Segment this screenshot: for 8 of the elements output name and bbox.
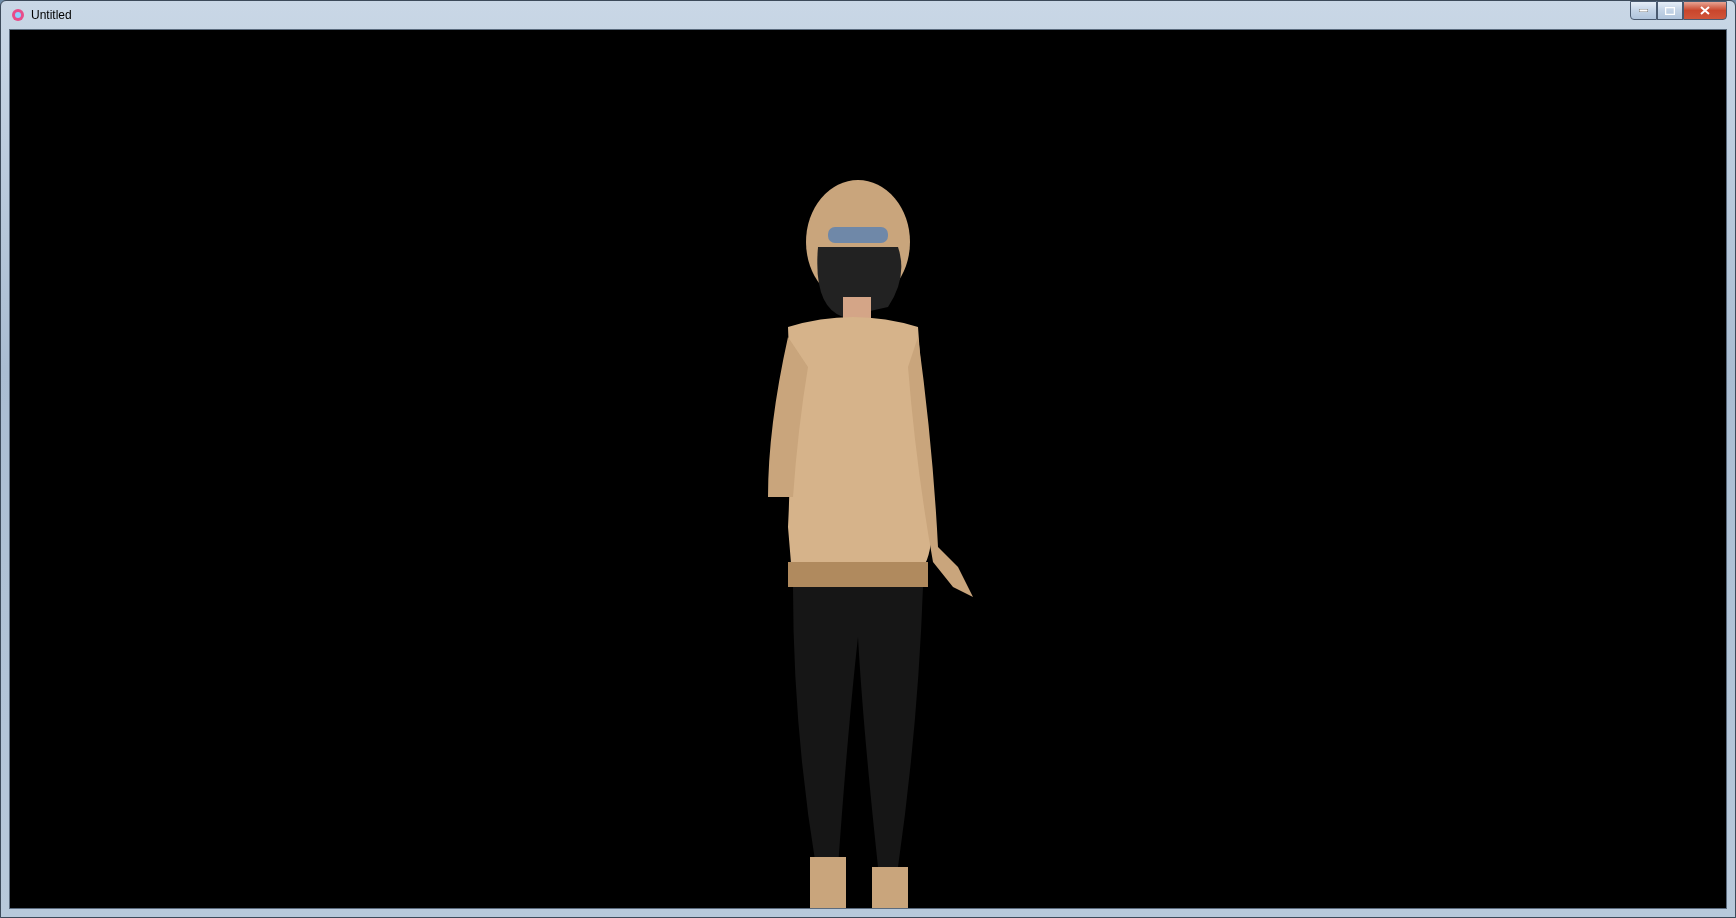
maximize-button[interactable] <box>1657 1 1683 20</box>
minimize-icon <box>1639 9 1648 12</box>
window-title: Untitled <box>31 8 72 22</box>
close-button[interactable] <box>1683 1 1727 20</box>
app-icon <box>11 8 25 22</box>
maximize-icon <box>1665 6 1675 15</box>
minimize-button[interactable] <box>1630 1 1657 20</box>
close-icon <box>1700 6 1710 15</box>
